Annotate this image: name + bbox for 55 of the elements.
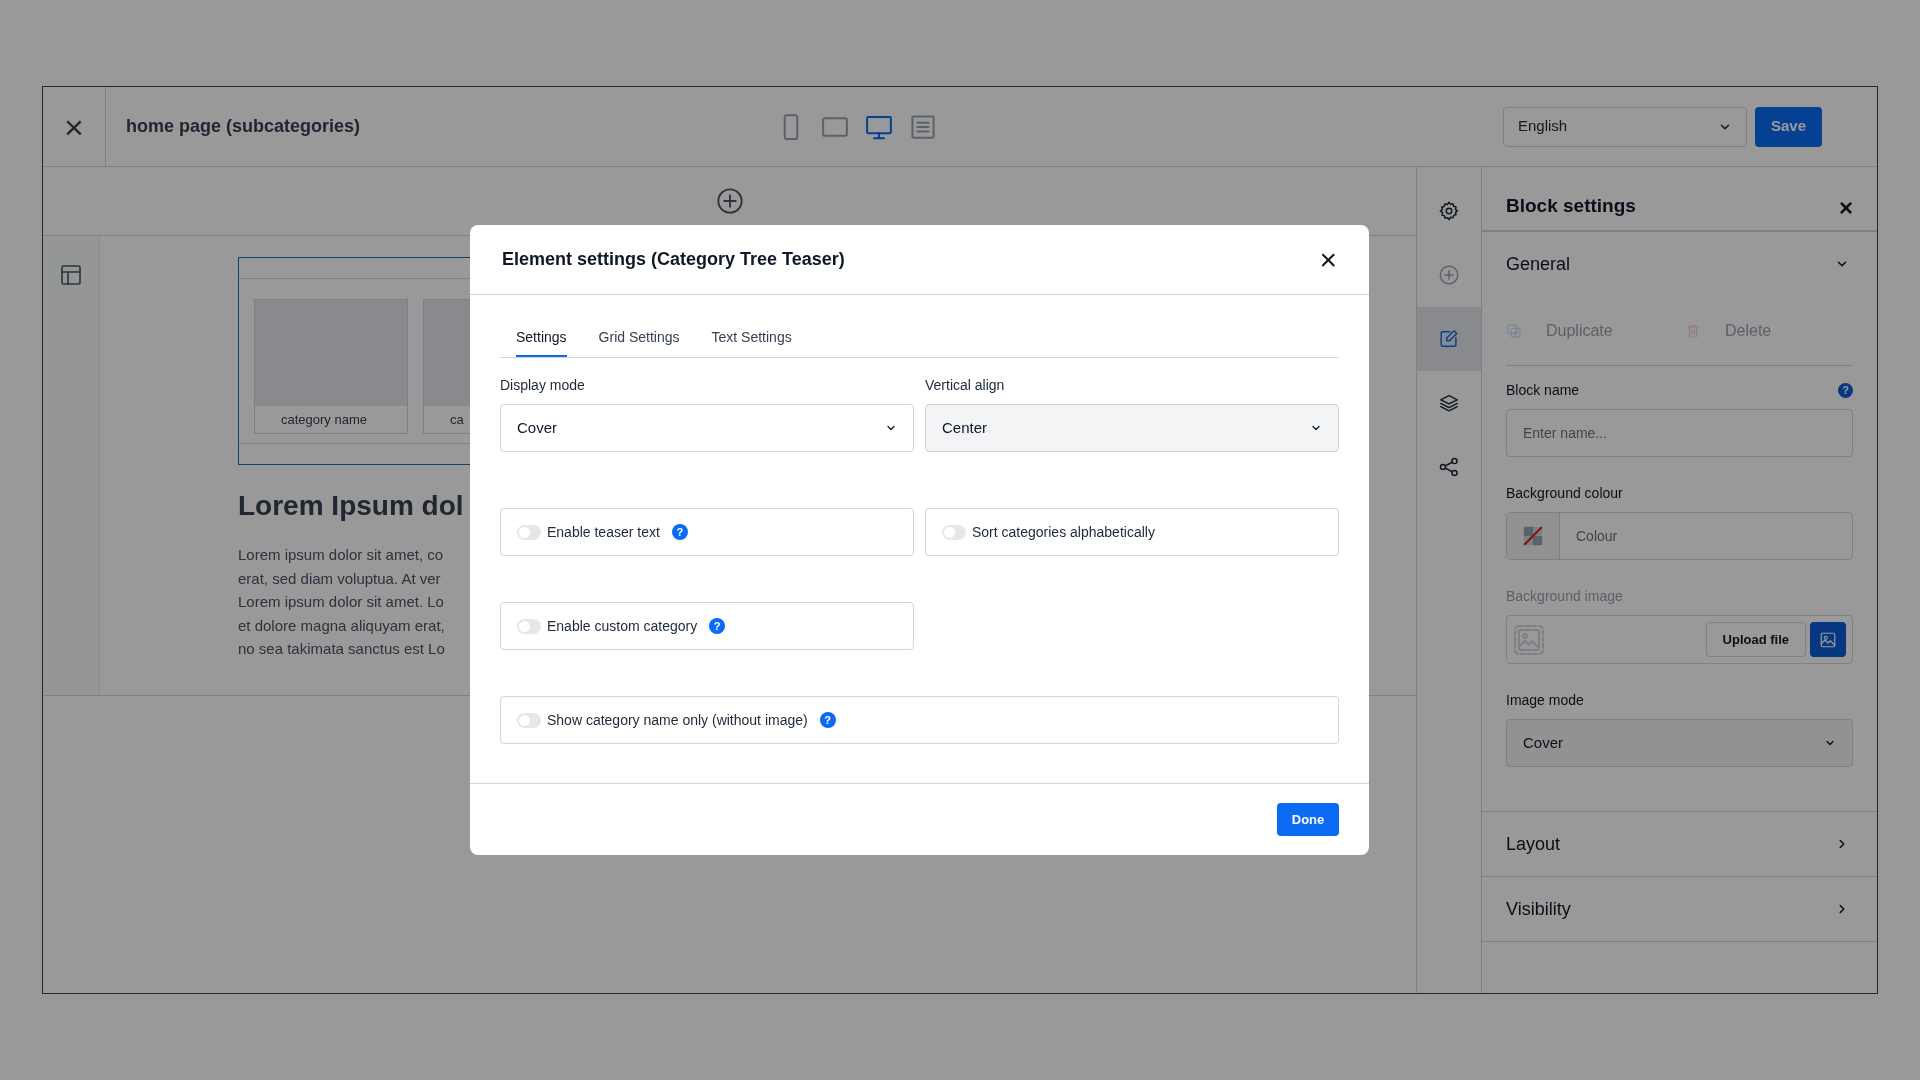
close-button[interactable]: ×: [1319, 244, 1337, 275]
section-header[interactable]: Visibility: [1482, 877, 1877, 942]
settings-icon: [1438, 200, 1460, 222]
share-icon: [1438, 456, 1460, 478]
sidebar-tab[interactable]: [1417, 307, 1481, 371]
toggle-switch[interactable]: [517, 524, 541, 540]
toggle-switch[interactable]: [517, 618, 541, 634]
heading: Lorem Ipsum dol: [238, 489, 465, 523]
no-colour-icon: [1522, 525, 1544, 547]
category-name: ca: [450, 410, 464, 429]
close-button[interactable]: ×: [1839, 196, 1853, 220]
add-icon: [1438, 264, 1460, 286]
save-button[interactable]: Save: [1755, 106, 1822, 147]
tab[interactable]: Settings: [516, 319, 567, 357]
section-header[interactable]: General: [1482, 232, 1877, 296]
name-field[interactable]: Enter name...: [1506, 409, 1853, 457]
field-label: Background image: [1506, 587, 1623, 606]
edit-icon: [1438, 328, 1460, 350]
field-label: Display mode: [500, 376, 586, 395]
toggle-switch[interactable]: [517, 712, 541, 728]
tab[interactable]: Grid Settings: [598, 319, 680, 357]
help-icon[interactable]: ?: [819, 712, 836, 728]
image-placeholder-icon: [1513, 623, 1545, 656]
toggle-label: Enable custom category: [547, 616, 698, 636]
image-icon: [1819, 630, 1837, 649]
category-name: category name: [281, 410, 367, 429]
toggle-label: Enable teaser text: [547, 522, 660, 542]
field-label: Vertical align: [925, 376, 1006, 395]
done-button[interactable]: Done: [1277, 803, 1339, 836]
field-label: Block name: [1506, 381, 1580, 400]
modal-title: Element settings (Category Tree Teaser): [502, 248, 845, 271]
add-icon[interactable]: [715, 187, 744, 215]
help-icon[interactable]: ?: [671, 524, 688, 540]
media-button[interactable]: [1810, 622, 1846, 657]
select-field[interactable]: Cover: [500, 404, 914, 452]
help-icon[interactable]: ?: [709, 618, 726, 634]
copy-icon: [1506, 322, 1522, 339]
tab[interactable]: Text Settings: [711, 319, 792, 357]
trash-icon: [1685, 322, 1701, 339]
field-label: Background colour: [1506, 484, 1623, 503]
page-title: home page (subcategories): [126, 115, 362, 138]
image-mode-select[interactable]: Cover: [1506, 719, 1853, 767]
paragraph: Lorem ipsum dolor sit amet, co erat, sed diam voluptua. At ver Lorem ipsum dolor sit amet. Lo et dolore magna aliquyam erat, no sea takimata sanctus est Lo: [238, 545, 446, 659]
toggle-label: Sort categories alphabetically: [972, 522, 1155, 542]
layers-icon: [1438, 392, 1460, 414]
toggle-switch[interactable]: [942, 524, 966, 540]
layout-icon[interactable]: [59, 263, 83, 287]
field-label: Image mode: [1506, 691, 1584, 710]
language-select[interactable]: English: [1503, 106, 1747, 147]
panel-title: Block settings: [1506, 193, 1636, 218]
close-button[interactable]: ×: [64, 109, 84, 144]
colour-field[interactable]: Colour: [1506, 512, 1853, 560]
section-header[interactable]: Layout: [1482, 812, 1877, 877]
toggle-label: Show category name only (without image): [547, 710, 808, 730]
help-icon[interactable]: ?: [1838, 383, 1853, 398]
